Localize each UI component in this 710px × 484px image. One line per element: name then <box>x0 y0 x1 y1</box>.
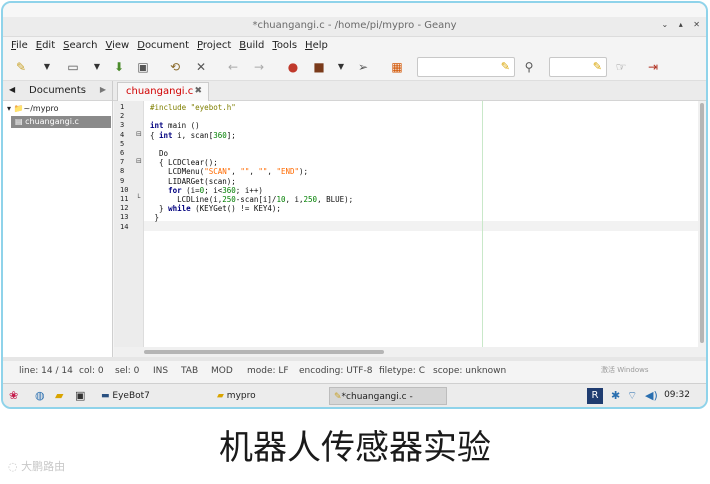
save-all-icon[interactable]: ▣ <box>135 59 151 75</box>
search-input[interactable]: ✎ <box>417 57 515 77</box>
tab-left-arrow-icon[interactable]: ◀ <box>9 85 15 94</box>
taskbar: ❀ ◍ ▰ ▣ ▬ EyeBot7 ▰ mypro ✎*chuangangi.c… <box>3 383 706 407</box>
raspberry-menu-icon[interactable]: ❀ <box>9 388 18 404</box>
menu-edit[interactable]: Edit <box>36 40 55 51</box>
status-filetype: filetype: C <box>379 366 425 376</box>
window-titlebar: *chuangangi.c - /home/pi/mypro - Geany ⌄… <box>3 17 706 37</box>
line-numbers: 1 2 3 4 5 6 7 8 9 10 11 12 13 14 <box>120 103 129 231</box>
wifi-icon[interactable]: ⌔ <box>627 388 637 404</box>
tree-folder[interactable]: ▾ 📁~/mypro <box>7 104 59 113</box>
build-icon[interactable]: ■ <box>311 59 327 75</box>
new-file-icon[interactable]: ✎ <box>13 59 29 75</box>
task-mypro[interactable]: ▰ mypro <box>213 387 323 405</box>
menu-view[interactable]: View <box>106 40 130 51</box>
task-mypro-label: mypro <box>226 391 256 401</box>
window-icon: ▬ <box>101 391 110 401</box>
vnc-tray-icon[interactable]: R <box>587 388 603 404</box>
revert-icon[interactable]: ⟲ <box>167 59 183 75</box>
menu-tools[interactable]: Tools <box>272 40 297 51</box>
status-tab: TAB <box>181 366 199 376</box>
geany-icon: ✎ <box>334 392 342 402</box>
file-manager-icon[interactable]: ▰ <box>55 388 63 404</box>
brand-label: 大鹏路由 <box>21 460 66 473</box>
clear-goto-icon[interactable]: ✎ <box>593 60 602 73</box>
status-mod: MOD <box>211 366 233 376</box>
code-editor[interactable]: 1 2 3 4 5 6 7 8 9 10 11 12 13 14 ⊟ ⊟ └ #include "eyeb… <box>114 101 698 347</box>
horizontal-scroll-thumb[interactable] <box>144 350 384 354</box>
vnc-frame: *chuangangi.c - /home/pi/mypro - Geany ⌄… <box>1 1 708 409</box>
menu-project[interactable]: Project <box>197 40 231 51</box>
maximize-icon[interactable]: ▴ <box>679 20 683 29</box>
open-dropdown-icon[interactable]: ▼ <box>89 59 105 75</box>
window-controls: ⌄ ▴ ✕ <box>653 20 700 29</box>
close-file-icon[interactable]: ✕ <box>193 59 209 75</box>
jump-to-line-icon[interactable]: ☞ <box>613 59 629 75</box>
menu-document[interactable]: Document <box>137 40 189 51</box>
horizontal-scrollbar[interactable] <box>114 347 698 357</box>
clock[interactable]: 09:32 <box>664 390 690 400</box>
status-ins: INS <box>153 366 169 376</box>
editor-tab[interactable]: chuangangi.c ✖ <box>117 82 209 101</box>
brand-watermark: ◌ 大鹏路由 <box>8 460 66 473</box>
editor-tab-label: chuangangi.c <box>126 86 194 97</box>
color-chooser-icon[interactable]: ▦ <box>389 59 405 75</box>
status-mode: mode: LF <box>247 366 289 376</box>
save-icon[interactable]: ⬇ <box>111 59 127 75</box>
vertical-scrollbar[interactable] <box>698 101 706 357</box>
volume-icon[interactable]: ◀) <box>645 388 658 404</box>
run-icon[interactable]: ➢ <box>355 59 371 75</box>
tab-close-icon[interactable]: ✖ <box>194 86 202 96</box>
sidebar-tab-documents[interactable]: ◀ Documents ▶ <box>3 81 113 101</box>
browser-icon[interactable]: ◍ <box>35 388 45 404</box>
source-code: #include "eyebot.h" int main () { int i,… <box>150 103 354 223</box>
status-sel: sel: 0 <box>115 366 140 376</box>
close-icon[interactable]: ✕ <box>693 20 700 29</box>
clear-search-icon[interactable]: ✎ <box>501 60 510 73</box>
fold-marker-icon[interactable]: ⊟ <box>136 130 142 138</box>
menu-help[interactable]: Help <box>305 40 328 51</box>
toolbar: ✎ ▼ ▭ ▼ ⬇ ▣ ⟲ ✕ ← → ● ■ ▼ ➢ ▦ ✎ ⚲ ✎ ☞ ⇥ <box>3 53 706 81</box>
vertical-scroll-thumb[interactable] <box>700 103 704 343</box>
menu-build[interactable]: Build <box>239 40 264 51</box>
tree-file-label: chuangangi.c <box>25 117 79 126</box>
back-icon[interactable]: ← <box>225 59 241 75</box>
status-line: line: 14 / 14 <box>19 366 73 376</box>
activation-watermark: 激活 Windows <box>601 366 649 374</box>
task-geany[interactable]: ✎*chuangangi.c - /hom... <box>329 387 447 405</box>
task-eyebot[interactable]: ▬ EyeBot7 <box>97 387 203 405</box>
bluetooth-icon[interactable]: ✱ <box>611 388 620 404</box>
menu-bar: File Edit Search View Document Project B… <box>3 37 706 53</box>
tabs-row: ◀ Documents ▶ chuangangi.c ✖ <box>3 81 706 101</box>
slide-caption: 机器人传感器实验 <box>219 428 491 468</box>
quit-icon[interactable]: ⇥ <box>645 59 661 75</box>
documents-sidebar: ▾ 📁~/mypro ▤ chuangangi.c <box>3 101 113 357</box>
minimize-icon[interactable]: ⌄ <box>661 20 668 29</box>
tab-right-arrow-icon[interactable]: ▶ <box>100 85 106 94</box>
menu-file[interactable]: File <box>11 40 28 51</box>
tree-folder-label: ~/mypro <box>23 104 59 113</box>
search-icon[interactable]: ⚲ <box>521 59 537 75</box>
forward-icon[interactable]: → <box>251 59 267 75</box>
task-geany-label: *chuangangi.c - /hom... <box>341 392 413 402</box>
status-scope: scope: unknown <box>433 366 507 376</box>
status-encoding: encoding: UTF-8 <box>299 366 373 376</box>
folder-icon: ▰ <box>217 391 224 401</box>
long-line-marker <box>482 101 483 347</box>
sidebar-tab-label: Documents <box>29 85 87 96</box>
line-number-gutter: 1 2 3 4 5 6 7 8 9 10 11 12 13 14 ⊟ ⊟ └ <box>114 101 144 347</box>
menu-search[interactable]: Search <box>63 40 97 51</box>
tree-file-item[interactable]: ▤ chuangangi.c <box>11 116 111 128</box>
window-title: *chuangangi.c - /home/pi/mypro - Geany <box>252 20 457 31</box>
status-col: col: 0 <box>79 366 104 376</box>
open-file-icon[interactable]: ▭ <box>65 59 81 75</box>
fold-end-icon: └ <box>136 194 141 202</box>
goto-line-input[interactable]: ✎ <box>549 57 607 77</box>
fold-marker-icon[interactable]: ⊟ <box>136 157 142 165</box>
vnc-title-bar <box>3 3 706 17</box>
new-dropdown-icon[interactable]: ▼ <box>39 59 55 75</box>
compile-icon[interactable]: ● <box>285 59 301 75</box>
task-eyebot-label: EyeBot7 <box>112 391 150 401</box>
terminal-icon[interactable]: ▣ <box>75 388 85 404</box>
build-dropdown-icon[interactable]: ▼ <box>333 59 349 75</box>
